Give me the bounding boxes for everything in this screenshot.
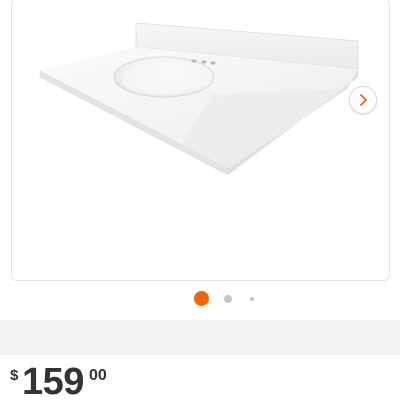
chevron-right-icon [360,94,367,106]
product-image-card[interactable] [11,0,390,281]
carousel-dot-active[interactable] [194,291,209,306]
price-dollars: 159 [22,361,84,400]
carousel-pagination [0,290,400,308]
price-currency-symbol: $ [10,367,19,384]
next-image-button[interactable] [349,86,377,114]
carousel-dot[interactable] [224,295,232,303]
vanity-top-image[interactable] [12,0,389,280]
price-cents: 00 [89,367,107,384]
section-divider [0,320,400,355]
product-page: $ 159 00 [0,0,400,400]
carousel-dot[interactable] [250,297,254,301]
